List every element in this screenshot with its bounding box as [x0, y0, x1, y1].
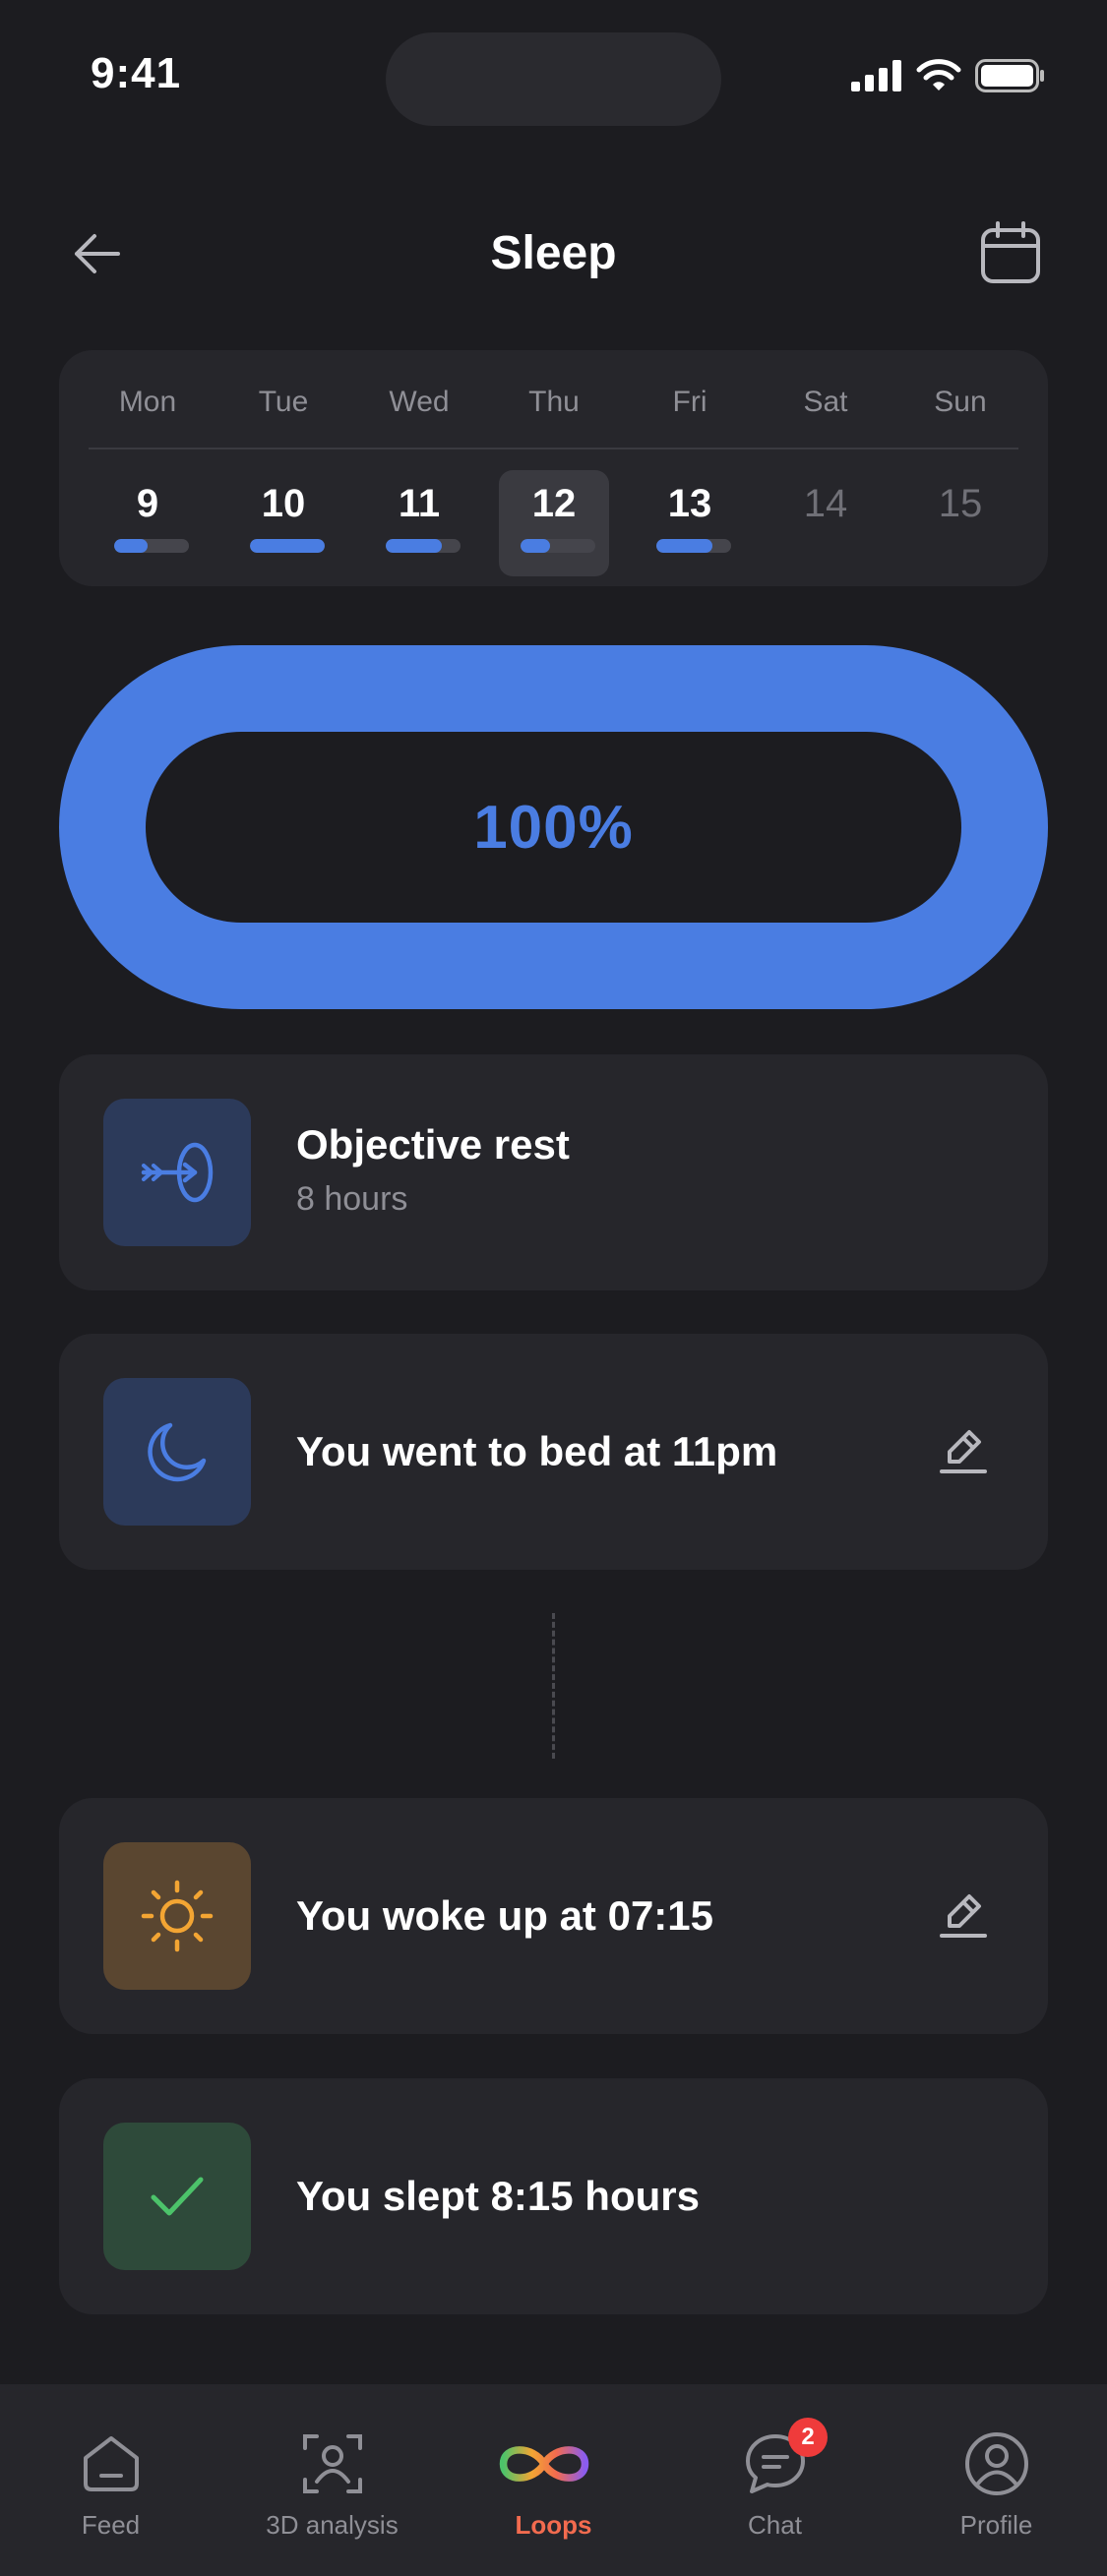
dynamic-island: [386, 32, 721, 126]
target-icon: [103, 1099, 251, 1246]
feed-icon: [73, 2426, 150, 2502]
day-name: Wed: [389, 386, 450, 418]
check-icon: [103, 2123, 251, 2270]
day-name: Fri: [672, 386, 707, 418]
objective-title: Objective rest: [296, 1121, 570, 1168]
day-button[interactable]: 13: [635, 470, 745, 576]
scan-person-icon: [294, 2426, 371, 2502]
calendar-button[interactable]: [978, 220, 1043, 285]
day-button[interactable]: 10: [228, 470, 338, 576]
wifi-icon: [916, 59, 961, 90]
ring-center: 100%: [146, 732, 961, 923]
status-time: 9:41: [91, 49, 182, 97]
sleep-percent: 100%: [473, 793, 634, 862]
tab-feed-label: Feed: [81, 2510, 141, 2540]
day-button[interactable]: 11: [364, 470, 474, 576]
tab-loops[interactable]: Loops: [443, 2384, 664, 2576]
tab-chat[interactable]: 2 Chat: [664, 2384, 886, 2576]
day-number: 13: [667, 482, 712, 525]
day-name: Sat: [803, 386, 848, 418]
objective-subtitle: 8 hours: [296, 1180, 408, 1218]
sleep-progress-ring: 100%: [59, 645, 1048, 1009]
pencil-icon: [940, 1894, 987, 1938]
wake-text: You woke up at 07:15: [296, 1892, 713, 1939]
day-name: Tue: [258, 386, 309, 418]
sun-icon: [103, 1842, 251, 1990]
profile-icon: [958, 2426, 1035, 2502]
calendar-icon: [981, 221, 1040, 283]
day-sleep-progress: [386, 539, 461, 553]
bedtime-text: You went to bed at 11pm: [296, 1428, 778, 1474]
pencil-icon: [940, 1430, 987, 1473]
battery-icon: [975, 59, 1044, 92]
day-sleep-progress-fill: [656, 539, 712, 553]
arrow-left-icon: [75, 234, 120, 273]
tab-bar: Feed 3D analysis Loops 2 Chat Profile: [0, 2384, 1107, 2576]
status-icons: [851, 59, 1046, 92]
tab-profile-label: Profile: [959, 2510, 1033, 2540]
day-sleep-progress: [250, 539, 325, 553]
tab-3d-analysis[interactable]: 3D analysis: [221, 2384, 443, 2576]
wake-card: You woke up at 07:15: [59, 1798, 1048, 2034]
day-number: 12: [531, 482, 577, 525]
tab-chat-label: Chat: [748, 2510, 802, 2540]
day-name: Thu: [528, 386, 580, 418]
tab-loops-label: Loops: [515, 2510, 592, 2540]
edit-bedtime-button[interactable]: [934, 1422, 993, 1481]
sleep-duration-text: You slept 8:15 hours: [296, 2173, 700, 2219]
day-sleep-progress-fill: [250, 539, 325, 553]
day-sleep-progress-fill: [521, 539, 551, 553]
day-sleep-progress: [521, 539, 595, 553]
day-button[interactable]: 12: [499, 470, 609, 576]
day-sleep-progress-fill: [114, 539, 149, 553]
day-button[interactable]: 15: [905, 470, 1015, 576]
day-number: 15: [938, 482, 983, 525]
day-sleep-progress-fill: [386, 539, 442, 553]
chat-badge: 2: [788, 2418, 828, 2457]
week-selector: Mon 9 Tue 10 Wed 11 Thu 12 Fri 13 Sat 14 Sun 15: [59, 350, 1048, 586]
moon-icon: [103, 1378, 251, 1526]
sleep-duration-card: You slept 8:15 hours: [59, 2078, 1048, 2314]
bedtime-card: You went to bed at 11pm: [59, 1334, 1048, 1570]
day-button[interactable]: 14: [770, 470, 881, 576]
day-number: 14: [803, 482, 848, 525]
day-name: Mon: [118, 386, 177, 418]
day-name: Sun: [934, 386, 987, 418]
day-button[interactable]: 9: [92, 470, 203, 576]
day-number: 9: [136, 482, 159, 525]
day-number: 10: [261, 482, 306, 525]
back-button[interactable]: [67, 224, 126, 283]
infinity-icon: [499, 2426, 592, 2502]
tab-feed[interactable]: Feed: [0, 2384, 221, 2576]
tab-3d-analysis-label: 3D analysis: [266, 2510, 399, 2540]
timeline-connector: [552, 1613, 555, 1759]
tab-profile[interactable]: Profile: [886, 2384, 1107, 2576]
day-sleep-progress: [114, 539, 189, 553]
edit-wake-button[interactable]: [934, 1887, 993, 1946]
signal-icon: [851, 60, 901, 91]
day-sleep-progress: [656, 539, 731, 553]
objective-rest-card: Objective rest 8 hours: [59, 1054, 1048, 1290]
week-divider: [89, 448, 1018, 449]
page-title: Sleep: [490, 227, 617, 279]
day-number: 11: [398, 482, 441, 525]
